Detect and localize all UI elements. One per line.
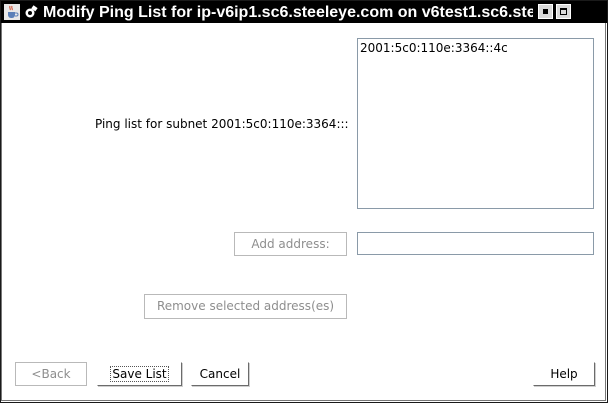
save-list-button[interactable]: Save List (97, 362, 182, 386)
list-item[interactable]: 2001:5c0:110e:3364::4c (360, 41, 508, 55)
subnet-label: Ping list for subnet 2001:5c0:110e:3364:… (95, 117, 349, 131)
window-menu-icon[interactable] (23, 4, 39, 20)
window-title: Modify Ping List for ip-v6ip1.sc6.steele… (43, 4, 533, 21)
cancel-button[interactable]: Cancel (191, 362, 249, 386)
add-address-button[interactable]: Add address: (234, 232, 347, 256)
ping-list-box[interactable]: 2001:5c0:110e:3364::4c (357, 38, 594, 209)
add-address-field[interactable] (357, 232, 594, 255)
minimize-button[interactable] (538, 4, 553, 19)
maximize-button[interactable] (556, 4, 571, 19)
dialog-window: Modify Ping List for ip-v6ip1.sc6.steele… (0, 0, 608, 403)
title-bar[interactable]: Modify Ping List for ip-v6ip1.sc6.steele… (1, 1, 607, 23)
help-button[interactable]: Help (533, 362, 595, 386)
remove-addresses-button[interactable]: Remove selected address(es) (144, 294, 347, 319)
back-button[interactable]: <Back (15, 362, 87, 386)
save-list-label: Save List (110, 366, 169, 382)
java-cup-icon (4, 4, 20, 20)
